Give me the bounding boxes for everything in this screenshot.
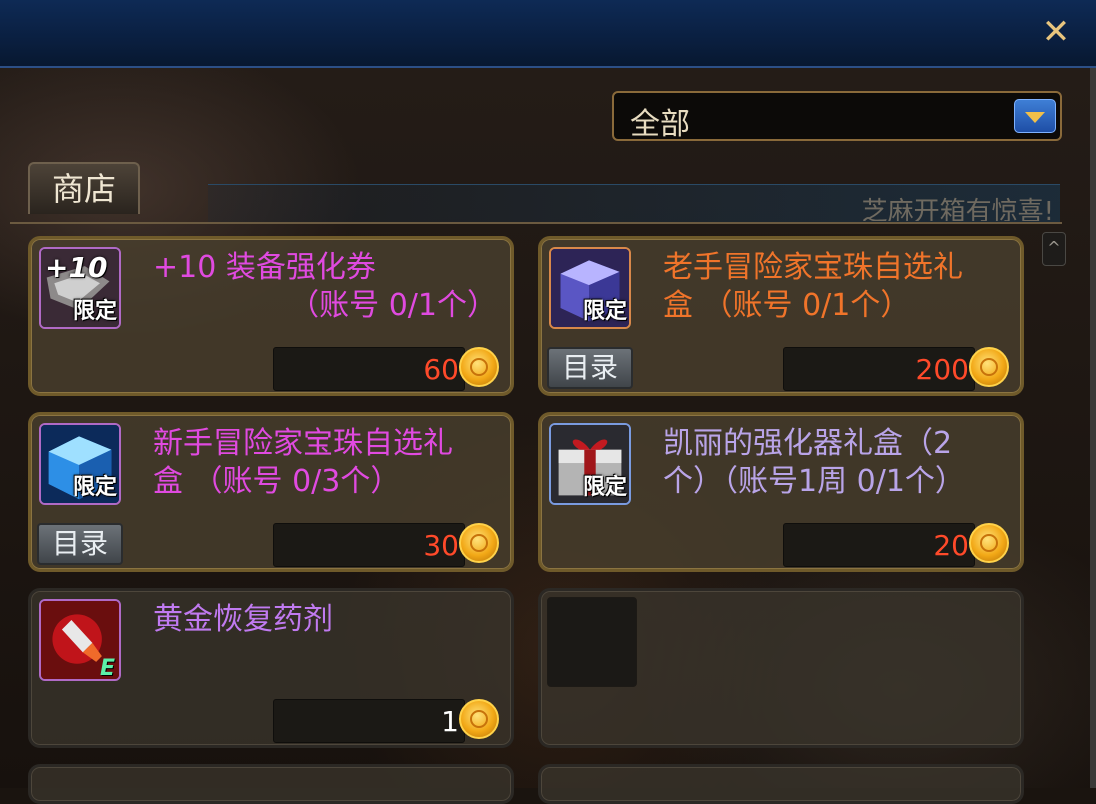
shop-item-card[interactable]: E 黄金恢复药剂 1 xyxy=(28,588,514,748)
e-grade-badge: E xyxy=(99,656,115,681)
shop-item-card[interactable]: 限定 目录 老手冒险家宝珠自选礼 盒 （账号 0/1个） 200 xyxy=(538,236,1024,396)
price-field xyxy=(273,699,465,743)
gem-box-icon: 限定 xyxy=(549,247,631,329)
close-button[interactable]: ✕ xyxy=(1038,12,1074,52)
dropdown-selected-value: 全部 xyxy=(630,107,690,142)
item-price: 200 xyxy=(915,353,969,386)
shop-item-card[interactable]: 限定 凯丽的强化器礼盒（2 个）（账号1周 0/1个） 20 xyxy=(538,412,1024,572)
potion-icon: E xyxy=(39,599,121,681)
title-bar: ✕ xyxy=(0,0,1096,68)
item-price: 30 xyxy=(423,529,459,562)
gift-box-icon: 限定 xyxy=(549,423,631,505)
item-name-line1: 新手冒险家宝珠自选礼 xyxy=(153,426,453,461)
tab-shop[interactable]: 商店 xyxy=(28,162,140,214)
scroll-up-button[interactable]: ^ xyxy=(1042,232,1066,266)
category-dropdown[interactable]: 全部 xyxy=(612,91,1062,142)
gem-box-icon: 限定 xyxy=(39,423,121,505)
limited-badge: 限定 xyxy=(72,475,117,500)
item-name-line2: 个）（账号1周 0/1个） xyxy=(663,464,965,499)
limited-badge: 限定 xyxy=(582,299,627,324)
item-name-line1: 凯丽的强化器礼盒（2 xyxy=(663,426,953,461)
shop-item-card[interactable]: +10 限定 +10 装备强化券 （账号 0/1个） 60 xyxy=(28,236,514,396)
tab-divider xyxy=(10,222,1062,224)
item-name: 新手冒险家宝珠自选礼 盒 （账号 0/3个） xyxy=(153,425,505,501)
gold-coin-icon xyxy=(459,347,499,387)
gold-coin-icon xyxy=(969,523,1009,563)
promo-banner-text: 芝麻开箱有惊喜! xyxy=(861,197,1054,221)
item-name: 黄金恢复药剂 xyxy=(153,601,505,639)
gold-coin-icon xyxy=(459,699,499,739)
promo-banner: 芝麻开箱有惊喜! xyxy=(208,184,1060,223)
enhance-level-label: +10 xyxy=(45,251,108,284)
gold-coin-icon xyxy=(459,523,499,563)
item-name: +10 装备强化券 （账号 0/1个） xyxy=(153,249,505,325)
item-price: 1 xyxy=(441,705,459,738)
shop-item-card-partial xyxy=(28,764,514,804)
dropdown-arrow-icon[interactable] xyxy=(1014,99,1056,133)
item-name-line1: 老手冒险家宝珠自选礼 xyxy=(663,250,963,285)
item-name-line1: 黄金恢复药剂 xyxy=(153,602,333,637)
item-name-line2: 盒 （账号 0/3个） xyxy=(153,464,401,499)
limited-badge: 限定 xyxy=(72,299,117,324)
item-name-line2: 盒 （账号 0/1个） xyxy=(663,288,911,323)
shop-item-card-partial xyxy=(538,764,1024,804)
item-price: 60 xyxy=(423,353,459,386)
item-name-line1: +10 装备强化券 xyxy=(153,250,376,285)
catalog-button[interactable]: 目录 xyxy=(547,347,633,389)
empty-item-slot xyxy=(538,588,1024,748)
item-name: 凯丽的强化器礼盒（2 个）（账号1周 0/1个） xyxy=(663,425,1015,501)
coupon-icon: +10 限定 xyxy=(39,247,121,329)
panel-right-edge xyxy=(1090,68,1096,788)
shop-item-card[interactable]: 限定 目录 新手冒险家宝珠自选礼 盒 （账号 0/3个） 30 xyxy=(28,412,514,572)
empty-icon-slot xyxy=(547,597,637,687)
item-price: 20 xyxy=(933,529,969,562)
item-name-line2: （账号 0/1个） xyxy=(289,288,497,323)
gold-coin-icon xyxy=(969,347,1009,387)
catalog-button[interactable]: 目录 xyxy=(37,523,123,565)
limited-badge: 限定 xyxy=(582,475,627,500)
item-name: 老手冒险家宝珠自选礼 盒 （账号 0/1个） xyxy=(663,249,1015,325)
